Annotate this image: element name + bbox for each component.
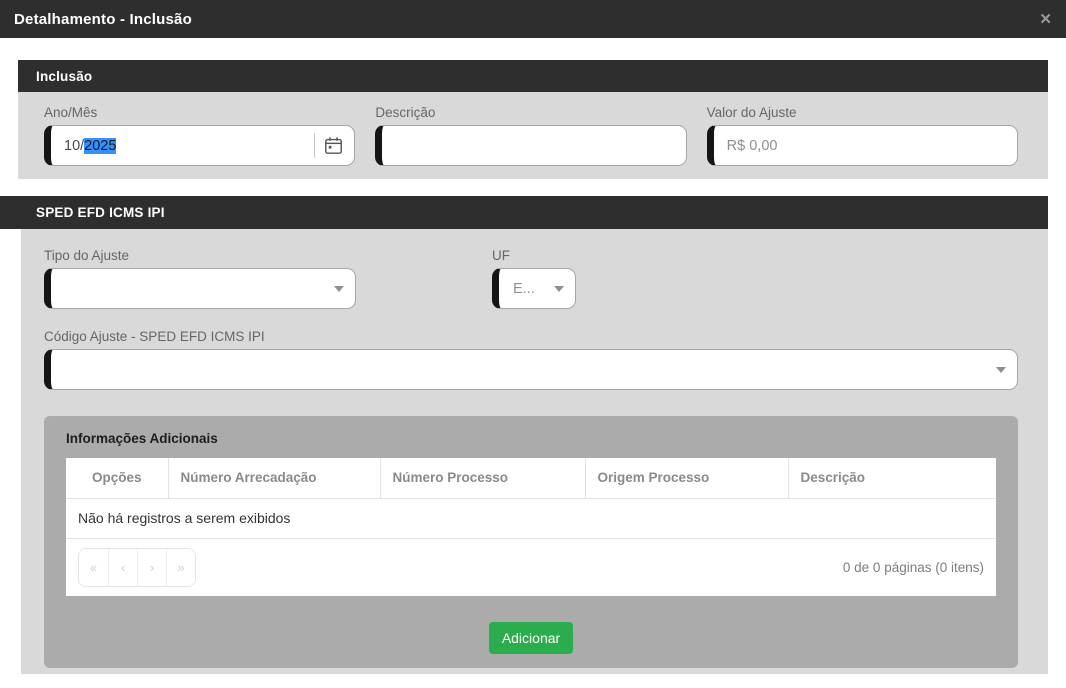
column-header-descricao: Descrição [787, 458, 996, 499]
field-ano-mes: Ano/Mês 10/2025 [44, 105, 356, 166]
codigo-ajuste-dropdown[interactable] [44, 349, 1018, 390]
pager-buttons: « ‹ › » [78, 547, 196, 587]
input-divider [314, 133, 316, 158]
field-uf: UF E... [492, 248, 576, 309]
valor-ajuste-input[interactable]: R$ 0,00 [706, 125, 1018, 166]
field-descricao: Descrição [375, 105, 687, 166]
column-header-origem-processo: Origem Processo [584, 458, 788, 499]
descricao-label: Descrição [375, 105, 436, 120]
ano-mes-label: Ano/Mês [44, 105, 98, 120]
ano-mes-value-selected: 2025 [84, 137, 117, 154]
uf-label: UF [492, 248, 510, 263]
close-icon[interactable]: ✕ [1035, 10, 1056, 29]
column-header-numero-arrecadacao: Número Arrecadação [167, 458, 380, 499]
column-header-numero-processo: Número Processo [379, 458, 585, 499]
section-inclusao-title: Inclusão [36, 68, 93, 84]
empty-row: Não há registros a serem exibidos [66, 498, 996, 539]
sped-row-2: Código Ajuste - SPED EFD ICMS IPI [44, 329, 1018, 390]
chevron-down-icon [554, 285, 564, 292]
uf-dropdown[interactable]: E... [492, 268, 576, 309]
chevron-down-icon [334, 285, 344, 292]
calendar-icon[interactable] [324, 136, 343, 155]
previous-page-button[interactable]: ‹ [108, 548, 137, 586]
add-button-row: Adicionar [66, 621, 996, 654]
additional-info-grid: Opções Número Arrecadação Número Process… [66, 458, 996, 596]
field-codigo-ajuste: Código Ajuste - SPED EFD ICMS IPI [44, 329, 1018, 390]
column-header-opcoes: Opções [66, 458, 168, 499]
additional-info-table: Opções Número Arrecadação Número Process… [66, 458, 996, 539]
tipo-ajuste-dropdown[interactable] [44, 268, 356, 309]
field-tipo-ajuste: Tipo do Ajuste [44, 248, 356, 309]
section-sped-body: Tipo do Ajuste UF E... Código Ajuste - S… [21, 229, 1048, 674]
valor-ajuste-placeholder: R$ 0,00 [726, 137, 778, 154]
empty-message: Não há registros a serem exibidos [66, 498, 996, 539]
pager-info: 0 de 0 páginas (0 itens) [842, 559, 984, 575]
section-sped-title: SPED EFD ICMS IPI [36, 205, 165, 220]
section-sped-header: SPED EFD ICMS IPI [0, 196, 1048, 229]
ano-mes-value: 10/ [64, 137, 85, 154]
modal-titlebar: Detalhamento - Inclusão ✕ [0, 0, 1066, 38]
first-page-button[interactable]: « [79, 548, 108, 586]
grid-pager: « ‹ › » 0 de 0 páginas (0 itens) [66, 538, 996, 596]
table-header-row: Opções Número Arrecadação Número Process… [66, 458, 996, 499]
informacoes-adicionais-panel: Informações Adicionais Opções Número Arr… [44, 416, 1018, 668]
panel-title: Informações Adicionais [66, 431, 218, 446]
section-inclusao-header: Inclusão [18, 60, 1048, 92]
codigo-ajuste-label: Código Ajuste - SPED EFD ICMS IPI [44, 329, 265, 344]
section-inclusao-body: Ano/Mês 10/2025 Descrição Valor do Ajust… [18, 92, 1048, 179]
section-inclusao: Inclusão Ano/Mês 10/2025 Descrição Valor… [18, 60, 1048, 179]
ano-mes-input[interactable]: 10/2025 [44, 125, 356, 166]
adicionar-button[interactable]: Adicionar [488, 621, 574, 654]
modal-title: Detalhamento - Inclusão [14, 10, 192, 28]
descricao-input[interactable] [375, 125, 687, 166]
next-page-button[interactable]: › [137, 548, 166, 586]
calendar-icon-wrap [314, 133, 343, 158]
last-page-button[interactable]: » [166, 548, 195, 586]
valor-ajuste-label: Valor do Ajuste [706, 105, 797, 120]
tipo-ajuste-label: Tipo do Ajuste [44, 248, 130, 263]
field-valor-ajuste: Valor do Ajuste R$ 0,00 [706, 105, 1018, 166]
sped-row-1: Tipo do Ajuste UF E... [44, 248, 1018, 309]
chevron-down-icon [996, 366, 1006, 373]
uf-value: E... [513, 280, 535, 297]
